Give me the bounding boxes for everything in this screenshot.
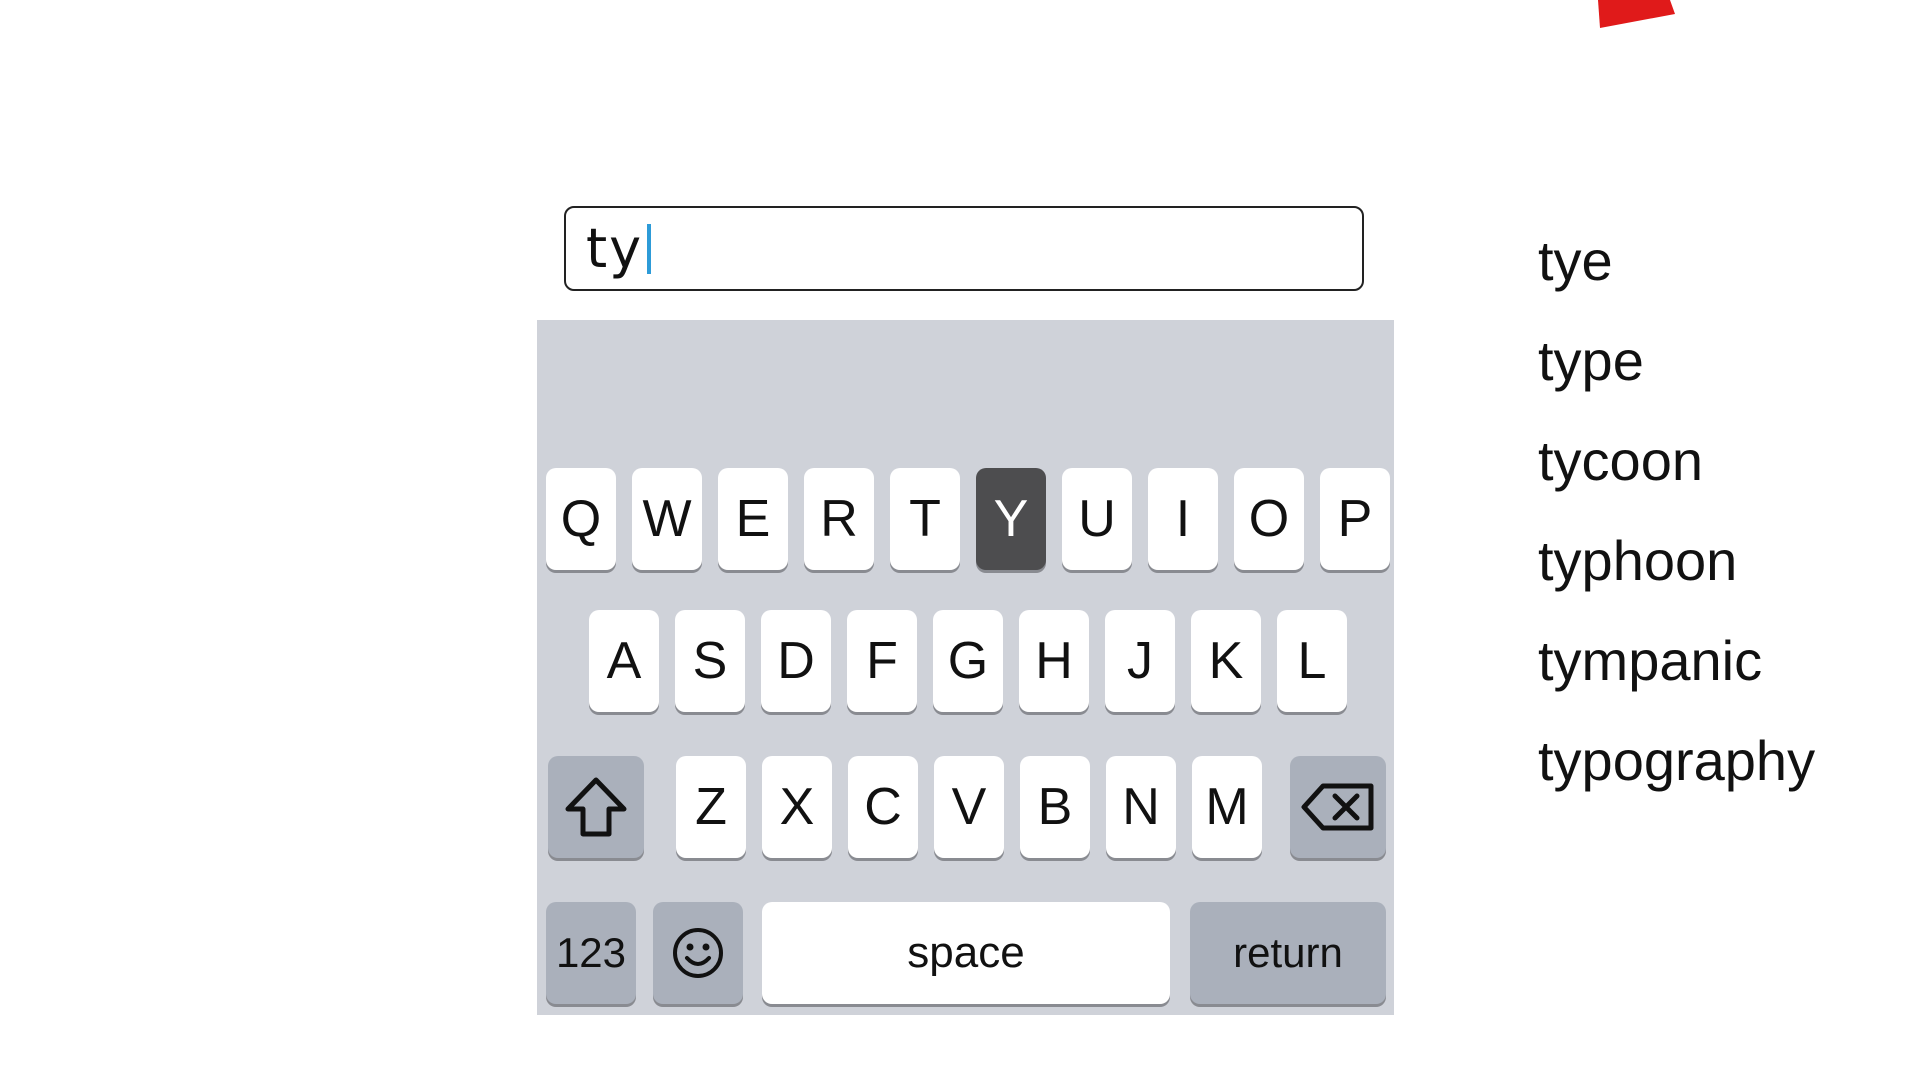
backspace-icon (1301, 783, 1374, 831)
key-x[interactable]: X (762, 756, 832, 858)
input-value: ty (586, 216, 644, 280)
key-w[interactable]: W (632, 468, 702, 570)
key-d[interactable]: D (761, 610, 831, 712)
key-o[interactable]: O (1234, 468, 1304, 570)
smiley-icon (673, 928, 723, 978)
key-b[interactable]: B (1020, 756, 1090, 858)
text-caret (647, 223, 652, 274)
key-a[interactable]: A (589, 610, 659, 712)
key-l[interactable]: L (1277, 610, 1347, 712)
suggestion-item[interactable]: typhoon (1538, 522, 1908, 622)
key-n[interactable]: N (1106, 756, 1176, 858)
suggestion-item[interactable]: typography (1538, 722, 1908, 822)
suggestion-item[interactable]: type (1538, 322, 1908, 422)
key-g[interactable]: G (933, 610, 1003, 712)
on-screen-keyboard: Q W E R T Y U I O P A S D F G H J K L Z … (537, 320, 1394, 1015)
key-k[interactable]: K (1191, 610, 1261, 712)
space-key[interactable]: space (762, 902, 1170, 1004)
numbers-key[interactable]: 123 (546, 902, 636, 1004)
key-h[interactable]: H (1019, 610, 1089, 712)
key-q[interactable]: Q (546, 468, 616, 570)
key-v[interactable]: V (934, 756, 1004, 858)
key-u[interactable]: U (1062, 468, 1132, 570)
key-c[interactable]: C (848, 756, 918, 858)
key-f[interactable]: F (847, 610, 917, 712)
key-s[interactable]: S (675, 610, 745, 712)
suggestion-item[interactable]: tye (1538, 222, 1908, 322)
return-key[interactable]: return (1190, 902, 1386, 1004)
word-suggestions: tye type tycoon typhoon tympanic typogra… (1538, 222, 1908, 822)
shift-arrow-icon (565, 777, 627, 837)
screen: ty Q W E R T Y U I O P A S D F G H J K L… (0, 0, 1920, 1080)
key-j[interactable]: J (1105, 610, 1175, 712)
key-p[interactable]: P (1320, 468, 1390, 570)
red-pointer-shape (1598, 0, 1675, 28)
key-t[interactable]: T (890, 468, 960, 570)
key-z[interactable]: Z (676, 756, 746, 858)
key-y-pressed[interactable]: Y (976, 468, 1046, 570)
key-m[interactable]: M (1192, 756, 1262, 858)
key-e[interactable]: E (718, 468, 788, 570)
text-input-field[interactable]: ty (564, 206, 1364, 291)
key-i[interactable]: I (1148, 468, 1218, 570)
emoji-key[interactable] (653, 902, 743, 1004)
suggestion-item[interactable]: tycoon (1538, 422, 1908, 522)
suggestion-item[interactable]: tympanic (1538, 622, 1908, 722)
shift-key[interactable] (548, 756, 644, 858)
key-r[interactable]: R (804, 468, 874, 570)
delete-key[interactable] (1290, 756, 1386, 858)
